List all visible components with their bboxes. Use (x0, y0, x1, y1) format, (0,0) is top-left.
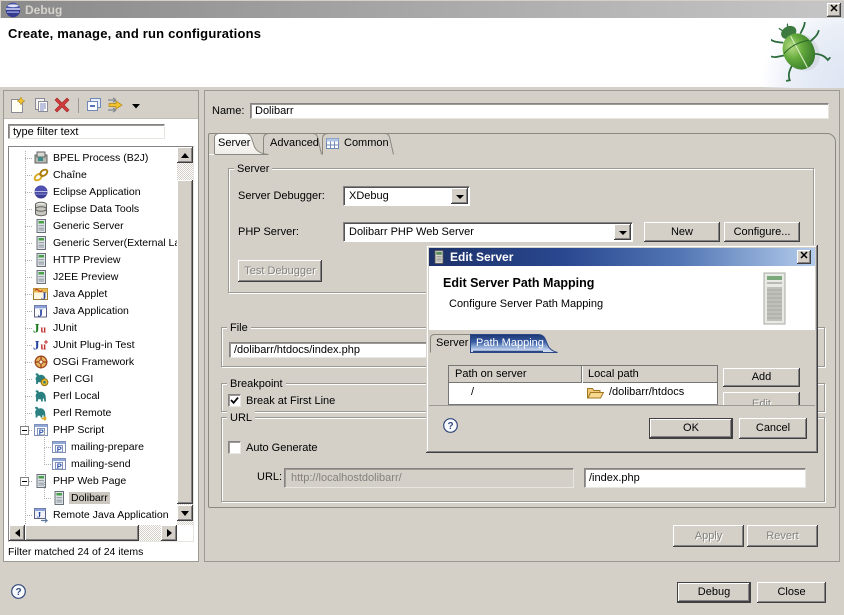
svg-text:J: J (37, 511, 41, 520)
svg-text:J: J (38, 308, 44, 320)
svg-text:?: ? (447, 421, 453, 432)
svg-text:P: P (57, 461, 62, 470)
svg-text:J: J (33, 321, 40, 336)
svg-text:?: ? (15, 587, 21, 598)
svg-text:J: J (41, 291, 47, 303)
svg-text:J: J (33, 338, 40, 353)
svg-text:P: P (57, 444, 62, 453)
svg-text:u: u (41, 325, 47, 336)
